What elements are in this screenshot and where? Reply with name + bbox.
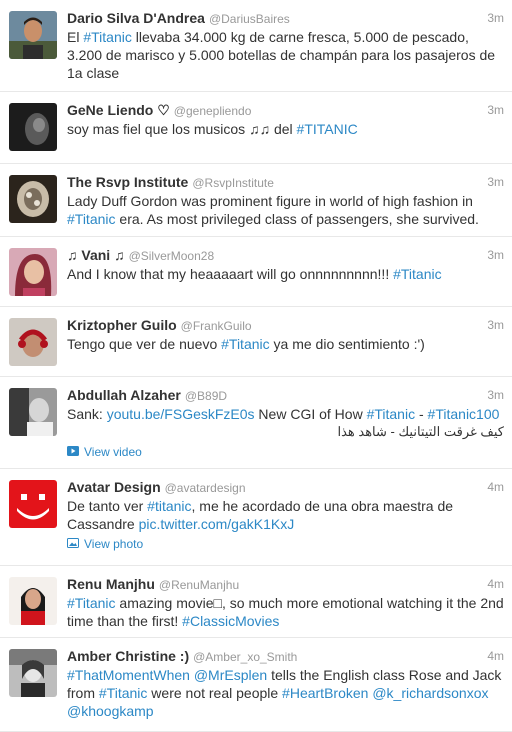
timestamp[interactable]: 3m xyxy=(487,246,504,264)
avatar[interactable] xyxy=(9,175,57,223)
display-name[interactable]: Dario Silva D'Andrea xyxy=(67,10,205,26)
display-name[interactable]: GeNe Liendo ♡ xyxy=(67,102,170,118)
tweet-text: #Titanic amazing movie□, so much more em… xyxy=(67,594,504,630)
tweet-text-segment: Sank: xyxy=(67,406,107,422)
tweet-text: And I know that my heaaaaart will go onn… xyxy=(67,265,504,283)
timestamp[interactable]: 3m xyxy=(487,173,504,191)
photo-icon xyxy=(67,536,79,552)
view-photo-label[interactable]: View photo xyxy=(84,536,143,552)
username[interactable]: @RenuManjhu xyxy=(159,578,239,592)
tweet[interactable]: ♫ Vani ♫ @SilverMoon28 3m And I know that … xyxy=(0,237,512,307)
tweet-link[interactable]: @k_richardsonxox xyxy=(372,685,488,701)
tweet-text-segment: El xyxy=(67,29,84,45)
timestamp[interactable]: 4m xyxy=(487,647,504,665)
tweet-link[interactable]: @khoogkamp xyxy=(67,703,154,719)
tweet-link[interactable]: #Titanic xyxy=(67,595,116,611)
tweet-timeline: Dario Silva D'Andrea @DariusBaires 3m El #… xyxy=(0,0,512,732)
avatar[interactable] xyxy=(9,388,57,436)
avatar[interactable] xyxy=(9,103,57,151)
tweet-text: soy mas fiel que los musicos ♫♫ del #TIT… xyxy=(67,120,504,138)
timestamp[interactable]: 3m xyxy=(487,101,504,119)
avatar[interactable] xyxy=(9,248,57,296)
avatar[interactable] xyxy=(9,480,57,528)
avatar[interactable] xyxy=(9,11,57,59)
tweet-text-segment: Tengo que ver de nuevo xyxy=(67,336,222,352)
timestamp[interactable]: 3m xyxy=(487,386,504,404)
tweet-text: De tanto ver #titanic, me he acordado de… xyxy=(67,497,504,533)
tweet-text: Tengo que ver de nuevo #Titanic ya me di… xyxy=(67,335,504,353)
tweet-link[interactable]: pic.twitter.com/gakK1KxJ xyxy=(139,516,295,532)
tweet[interactable]: GeNe Liendo ♡ @geneplie​ndo 3m soy mas fie… xyxy=(0,92,512,164)
avatar[interactable] xyxy=(9,577,57,625)
tweet-link[interactable]: #HeartBroken xyxy=(282,685,368,701)
tweet-text: Sank: youtu.be/FSGeskFzE0s New CGI of Ho… xyxy=(67,405,504,423)
view-video-label[interactable]: View video xyxy=(84,444,142,460)
tweet[interactable]: The Rsvp Institute @RsvpInstitute 3m Lady … xyxy=(0,164,512,237)
display-name[interactable]: Avatar Design xyxy=(67,479,161,495)
tweet-text-segment: soy mas fiel que los musicos ♫♫ del xyxy=(67,121,297,137)
view-photo-link[interactable]: View photo xyxy=(67,536,504,552)
display-name[interactable]: The Rsvp Institute xyxy=(67,174,188,190)
tweet-link[interactable]: #Titanic xyxy=(367,406,416,422)
tweet-text-segment: era. As most privileged class of passeng… xyxy=(115,211,479,227)
avatar[interactable] xyxy=(9,318,57,366)
tweet-link[interactable]: #Titanic xyxy=(67,211,116,227)
display-name[interactable]: Abdullah Alzaher xyxy=(67,387,181,403)
username[interactable]: @Amber_xo_Smith xyxy=(193,650,297,664)
username[interactable]: @FrankGuilo xyxy=(181,319,252,333)
tweet-text: El #Titanic llevaba 34.000 kg de carne f… xyxy=(67,28,504,82)
avatar[interactable] xyxy=(9,649,57,697)
tweet-link[interactable]: #titanic xyxy=(147,498,191,514)
tweet-text-segment: De tanto ver xyxy=(67,498,148,514)
tweet-text-segment: amazing movie□, so much more emotional w… xyxy=(67,595,504,629)
timestamp[interactable]: 4m xyxy=(487,478,504,496)
timestamp[interactable]: 4m xyxy=(487,575,504,593)
tweet-link[interactable]: #ThatMomentWhen xyxy=(67,667,190,683)
tweet[interactable]: Dario Silva D'Andrea @DariusBaires 3m El #… xyxy=(0,0,512,92)
tweet[interactable]: Abdullah Alzaher @B89D 3m Sank: youtu.be/F… xyxy=(0,377,512,469)
username[interactable]: @SilverMoon28 xyxy=(129,249,215,263)
tweet-link[interactable]: #TITANIC xyxy=(297,121,358,137)
tweet-text-segment: - xyxy=(415,406,428,422)
timestamp[interactable]: 3m xyxy=(487,316,504,334)
tweet[interactable]: Renu Manjhu @RenuManjhu 4m #Titanic amazin… xyxy=(0,566,512,638)
view-video-link[interactable]: View video xyxy=(67,444,504,460)
username[interactable]: @geneplie​ndo xyxy=(174,104,252,118)
username[interactable]: @B89D xyxy=(185,389,227,403)
tweet-text-segment: And I know that my heaaaaart will go onn… xyxy=(67,266,394,282)
tweet-link[interactable]: youtu.be/FSGeskFzE0s xyxy=(107,406,255,422)
tweet-text: #ThatMomentWhen @MrEsplen tells the Engl… xyxy=(67,666,504,720)
tweet-text-segment: New CGI of How xyxy=(254,406,367,422)
username[interactable]: @DariusBaires xyxy=(209,12,290,26)
tweet-text-segment: Lady Duff Gordon was prominent figure in… xyxy=(67,193,473,209)
username[interactable]: @avatardesign xyxy=(165,481,246,495)
username[interactable]: @RsvpInstitute xyxy=(192,176,274,190)
display-name[interactable]: Renu Manjhu xyxy=(67,576,155,592)
display-name[interactable]: Kriztopher Guilo xyxy=(67,317,177,333)
tweet[interactable]: Avatar Design @avatardesign 4m De tanto ve… xyxy=(0,469,512,566)
tweet-link[interactable]: #Titanic xyxy=(83,29,132,45)
tweet-link[interactable]: #Titanic xyxy=(393,266,442,282)
tweet[interactable]: Amber Christine :) @Amber_xo_Smith 4m #Tha… xyxy=(0,638,512,732)
tweet[interactable]: Kriztopher Guilo @FrankGuilo 3m Tengo que … xyxy=(0,307,512,377)
timestamp[interactable]: 3m xyxy=(487,9,504,27)
display-name[interactable]: ♫ Vani ♫ xyxy=(67,247,125,263)
video-icon xyxy=(67,444,79,460)
tweet-link[interactable]: #Titanic xyxy=(99,685,148,701)
tweet-link[interactable]: @MrEsplen xyxy=(194,667,267,683)
tweet-text-segment: were not real people xyxy=(147,685,283,701)
tweet-text-segment: llevaba 34.000 kg de carne fresca, 5.000… xyxy=(67,29,496,81)
tweet-link[interactable]: #Titanic xyxy=(221,336,270,352)
tweet-text-segment: ya me dio sentimiento :') xyxy=(269,336,425,352)
tweet-link[interactable]: #Titanic100 xyxy=(428,406,500,422)
tweet-text: Lady Duff Gordon was prominent figure in… xyxy=(67,192,504,228)
tweet-link[interactable]: #ClassicMovies xyxy=(182,613,279,629)
tweet-text-arabic: كيف غرقت التيتانيك - شاهد هذا xyxy=(337,424,504,439)
display-name[interactable]: Amber Christine :) xyxy=(67,648,189,664)
